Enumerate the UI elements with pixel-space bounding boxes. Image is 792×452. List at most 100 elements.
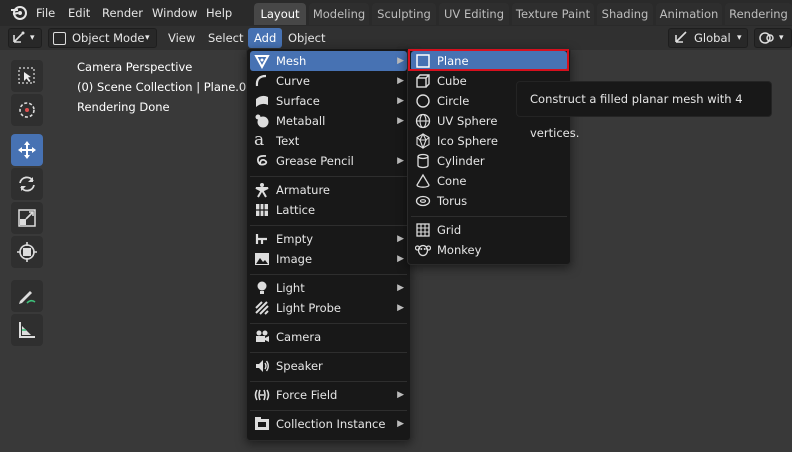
speaker-icon (256, 360, 269, 372)
menu-separator (250, 352, 407, 353)
add-menu-item-camera[interactable]: Camera (250, 327, 407, 347)
empty-icon (255, 234, 267, 244)
add-menu-item-armature[interactable]: Armature (250, 180, 407, 200)
add-menu-item-light[interactable]: Light ▶ (250, 278, 407, 298)
armature-icon (255, 183, 269, 198)
torus-icon (415, 195, 431, 207)
move-icon (18, 141, 36, 159)
tab-uv-editing[interactable]: UV Editing (439, 3, 509, 25)
tab-modeling[interactable]: Modeling (309, 3, 369, 25)
add-menu-item-image[interactable]: Image ▶ (250, 249, 407, 269)
rotate-tool[interactable] (11, 168, 43, 200)
uv-sphere-icon (415, 113, 431, 129)
circle-icon (416, 94, 430, 108)
ico-sphere-icon (416, 133, 430, 149)
mode-label: Object Mode (72, 31, 145, 45)
mesh-item-monkey[interactable]: Monkey (411, 240, 567, 260)
add-menu-item-light-probe[interactable]: Light Probe ▶ (250, 298, 407, 318)
cursor-tool[interactable] (11, 94, 43, 126)
tab-animation[interactable]: Animation (656, 3, 722, 25)
add-menu-item-curve[interactable]: Curve ▶ (250, 71, 407, 91)
select-box-tool[interactable] (11, 60, 43, 92)
grease-pencil-icon (257, 154, 268, 166)
tab-rendering[interactable]: Rendering (725, 3, 792, 25)
chevron-down-icon: ▾ (145, 33, 150, 43)
submenu-arrow-icon: ▶ (397, 254, 404, 264)
mesh-item-grid[interactable]: Grid (411, 220, 567, 240)
annotate-icon (19, 291, 36, 304)
viewport-camera-label: Camera Perspective (77, 60, 193, 74)
viewport-header: ▾ Object Mode ▾ View Select Add Object G… (0, 26, 792, 50)
chevron-down-icon: ▾ (779, 33, 784, 43)
light-probe-icon (255, 301, 269, 315)
viewport-status-label: Rendering Done (77, 100, 170, 114)
transform-tool[interactable] (11, 236, 43, 268)
add-menu-item-force-field[interactable]: Force Field ▶ (250, 385, 407, 405)
tab-sculpting[interactable]: Sculpting (372, 3, 436, 25)
menu-object[interactable]: Object (282, 28, 331, 48)
add-menu-item-surface[interactable]: Surface ▶ (250, 91, 407, 111)
tooltip: Construct a filled planar mesh with 4 ve… (516, 81, 772, 140)
tab-layout[interactable]: Layout (254, 3, 306, 25)
menu-select[interactable]: Select (202, 28, 249, 48)
submenu-arrow-icon: ▶ (397, 419, 404, 429)
add-menu-item-text[interactable]: a Text (250, 131, 407, 151)
menu-help[interactable]: Help (206, 0, 232, 26)
force-field-icon (254, 389, 270, 401)
object-mode-icon (53, 32, 66, 45)
chevron-down-icon: ▾ (737, 33, 742, 43)
add-menu-item-mesh[interactable]: Mesh ▶ (250, 51, 407, 71)
menu-separator (250, 323, 407, 324)
axis-gizmo-icon (13, 31, 25, 43)
menu-separator (250, 176, 407, 177)
transform-orientation-dropdown[interactable]: Global ▾ (668, 28, 748, 48)
chevron-down-icon: ▾ (30, 33, 35, 43)
submenu-arrow-icon: ▶ (397, 56, 404, 66)
orientation-label: Global (694, 31, 731, 45)
mesh-item-cone[interactable]: Cone (411, 171, 567, 191)
tab-texture-paint[interactable]: Texture Paint (512, 3, 594, 25)
submenu-arrow-icon: ▶ (397, 76, 404, 86)
mode-dropdown[interactable]: Object Mode ▾ (48, 28, 157, 48)
submenu-arrow-icon: ▶ (397, 156, 404, 166)
measure-icon (19, 322, 35, 338)
cylinder-icon (417, 153, 429, 169)
mesh-item-torus[interactable]: Torus (411, 191, 567, 211)
annotate-tool[interactable] (11, 280, 43, 312)
add-menu-item-lattice[interactable]: Lattice (250, 200, 407, 220)
add-menu-item-collection-instance[interactable]: Collection Instance ▶ (250, 414, 407, 434)
mesh-item-cylinder[interactable]: Cylinder (411, 151, 567, 171)
monkey-icon (415, 244, 431, 257)
editor-type-dropdown[interactable]: ▾ (8, 28, 42, 48)
rotate-icon (19, 176, 35, 192)
menu-edit[interactable]: Edit (68, 0, 90, 26)
add-menu-item-grease-pencil[interactable]: Grease Pencil ▶ (250, 151, 407, 171)
scale-tool[interactable] (11, 202, 43, 234)
add-menu-item-empty[interactable]: Empty ▶ (250, 229, 407, 249)
menu-view[interactable]: View (162, 28, 201, 48)
menu-file[interactable]: File (36, 0, 55, 26)
move-tool[interactable] (11, 134, 43, 166)
add-menu-item-speaker[interactable]: Speaker (250, 356, 407, 376)
blender-logo-icon[interactable] (10, 4, 28, 22)
select-box-icon (18, 67, 35, 84)
collection-instance-icon (255, 417, 269, 430)
submenu-arrow-icon: ▶ (397, 283, 404, 293)
transform-icon (17, 242, 37, 262)
measure-tool[interactable] (11, 314, 43, 346)
menu-separator (411, 216, 567, 217)
menu-render[interactable]: Render (102, 0, 143, 26)
text-icon: a (254, 130, 265, 150)
add-menu-item-metaball[interactable]: Metaball ▶ (250, 111, 407, 131)
submenu-arrow-icon: ▶ (397, 234, 404, 244)
submenu-arrow-icon: ▶ (397, 116, 404, 126)
menu-separator (250, 225, 407, 226)
curve-icon (255, 74, 267, 87)
tab-shading[interactable]: Shading (597, 3, 653, 25)
lattice-icon (256, 204, 268, 216)
menu-add[interactable]: Add (248, 28, 283, 48)
pivot-dropdown[interactable]: ▾ (754, 28, 792, 48)
menu-window[interactable]: Window (152, 0, 197, 26)
scale-icon (18, 209, 36, 227)
metaball-icon (255, 114, 269, 128)
